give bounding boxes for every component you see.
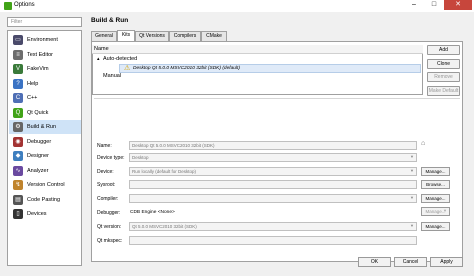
sidebar-item-label: Analyzer <box>27 167 49 174</box>
qt-version-select[interactable]: Qt 5.0.0 MSVC2010 32bit (SDK) <box>129 222 417 231</box>
cpp-icon: C <box>13 93 23 103</box>
sysroot-field[interactable] <box>129 180 417 189</box>
qt-version-label: Qt version: <box>97 224 122 230</box>
qt-mkspec-label: Qt mkspec: <box>97 238 123 244</box>
sidebar-item-fakevim[interactable]: V FakeVim <box>9 62 81 76</box>
add-button[interactable]: Add <box>427 45 460 55</box>
sidebar-item-label: Designer <box>27 153 50 159</box>
version-control-icon: ↯ <box>13 180 23 190</box>
sysroot-browse-button[interactable]: Browse... <box>421 180 450 189</box>
sidebar-item-label: Code Pasting <box>27 196 61 203</box>
help-icon: ? <box>13 78 23 89</box>
sidebar-item-label: Build & Run <box>27 124 57 130</box>
debugger-icon: ◉ <box>13 136 23 147</box>
tab-compilers[interactable]: Compilers <box>169 31 201 41</box>
device-type-dropdown-icon: ▼ <box>410 154 414 159</box>
filter-input[interactable]: Filter <box>7 17 82 27</box>
compiler-select[interactable] <box>129 194 417 203</box>
warning-icon: ⚠ <box>124 65 131 72</box>
device-select[interactable]: Run locally (default for Desktop) <box>129 167 417 176</box>
designer-icon: ◆ <box>13 151 23 161</box>
sidebar-item-label: Devices <box>27 211 47 217</box>
cancel-button[interactable]: Cancel <box>394 257 427 267</box>
debugger-label: Debugger: <box>97 210 121 216</box>
qt-quick-icon: Q <box>13 107 23 118</box>
make-default-button[interactable]: Make Default <box>427 86 460 96</box>
options-sidebar: ▭ Environment ≡ Text Editor V FakeVim? Help C C+… <box>7 30 82 266</box>
name-label: Name: <box>97 143 112 149</box>
sidebar-item-qt-quick[interactable]: Q Qt Quick <box>9 106 81 120</box>
sidebar-item-environment[interactable]: ▭ Environment <box>9 33 81 47</box>
sysroot-label: Sysroot: <box>97 182 116 188</box>
sidebar-item-label: Help <box>27 80 39 87</box>
device-label: Device: <box>97 169 114 175</box>
remove-button[interactable]: Remove <box>427 72 460 82</box>
sidebar-item-text-editor[interactable]: ≡ Text Editor <box>9 48 81 62</box>
kit-name: Desktop Qt 5.0.0 MSVC2010 32bit (SDK) (d… <box>133 66 240 71</box>
sidebar-item-label: Text Editor <box>27 51 53 58</box>
maximize-button[interactable]: □ <box>424 0 444 10</box>
analyzer-icon: ∿ <box>13 165 23 176</box>
tab-general[interactable]: General <box>91 31 117 41</box>
sidebar-item-label: FakeVim <box>27 66 49 72</box>
code-pasting-icon: ▤ <box>13 194 23 205</box>
auto-detected-group[interactable]: Auto-detected <box>103 56 137 62</box>
device-dropdown-icon: ▼ <box>410 168 414 173</box>
sidebar-item-label: Version Control <box>27 182 65 188</box>
window-title: Options <box>14 1 35 8</box>
name-column-header: Name <box>92 45 423 54</box>
monitor-icon: ▭ <box>13 35 23 45</box>
fakevim-icon: V <box>13 64 23 74</box>
sidebar-item-code-pasting[interactable]: ▤ Code Pasting <box>9 193 81 207</box>
sidebar-item-devices[interactable]: ▯ Devices <box>9 207 81 221</box>
sidebar-item-version-control[interactable]: ↯ Version Control <box>9 178 81 192</box>
sidebar-item-designer[interactable]: ◆ Designer <box>9 149 81 163</box>
compiler-label: Compiler: <box>97 196 119 202</box>
close-window-button[interactable]: ✕ <box>444 0 472 10</box>
sidebar-item-debugger[interactable]: ◉ Debugger <box>9 135 81 149</box>
device-type-select[interactable]: Desktop <box>129 153 417 162</box>
qt-version-manage-button[interactable]: Manage... <box>421 222 450 231</box>
compiler-dropdown-icon: ▼ <box>410 195 414 200</box>
tab-kits[interactable]: Kits <box>117 30 135 41</box>
sidebar-item-label: C++ <box>27 95 38 101</box>
title-bar: Options – □ ✕ <box>0 0 474 12</box>
sidebar-item-help[interactable]: ? Help <box>9 77 81 91</box>
tab-qt-versions[interactable]: Qt Versions <box>135 31 169 41</box>
ok-button[interactable]: OK <box>358 257 391 267</box>
clone-button[interactable]: Clone <box>427 59 460 69</box>
devices-icon: ▯ <box>13 209 23 219</box>
manual-group[interactable]: Manual <box>103 73 121 79</box>
qt-version-dropdown-icon: ▼ <box>410 223 414 228</box>
device-type-label: Device type: <box>97 155 125 161</box>
divider <box>94 98 460 99</box>
sidebar-item-build-run[interactable]: ⚙ Build & Run <box>9 120 81 134</box>
sidebar-item-c[interactable]: C C++ <box>9 91 81 105</box>
sidebar-item-label: Environment <box>27 37 58 43</box>
text-editor-icon: ≡ <box>13 49 23 60</box>
page-title: Build & Run <box>91 17 129 24</box>
sidebar-item-analyzer[interactable]: ∿ Analyzer <box>9 164 81 178</box>
name-field[interactable]: Desktop Qt 5.0.0 MSVC2010 32bit (SDK) <box>129 141 417 150</box>
compiler-manage-button[interactable]: Manage... <box>421 194 450 203</box>
debugger-dropdown-icon: ▼ <box>443 208 447 213</box>
qt-mkspec-field[interactable] <box>129 236 417 245</box>
sidebar-item-label: Qt Quick <box>27 109 49 116</box>
tab-cmake[interactable]: CMake <box>201 31 227 41</box>
sidebar-item-label: Debugger <box>27 138 52 145</box>
device-icon-picker[interactable]: ⌂ <box>421 140 433 150</box>
build-run-icon: ⚙ <box>13 122 23 132</box>
device-manage-button[interactable]: Manage... <box>421 167 450 176</box>
debugger-value: CDB Engine <None> <box>130 210 175 215</box>
minimize-button[interactable]: – <box>404 0 424 10</box>
apply-button[interactable]: Apply <box>430 257 463 267</box>
qt-creator-logo-icon <box>4 2 12 10</box>
tree-collapse-arrow-icon[interactable]: ▴ <box>97 56 100 62</box>
